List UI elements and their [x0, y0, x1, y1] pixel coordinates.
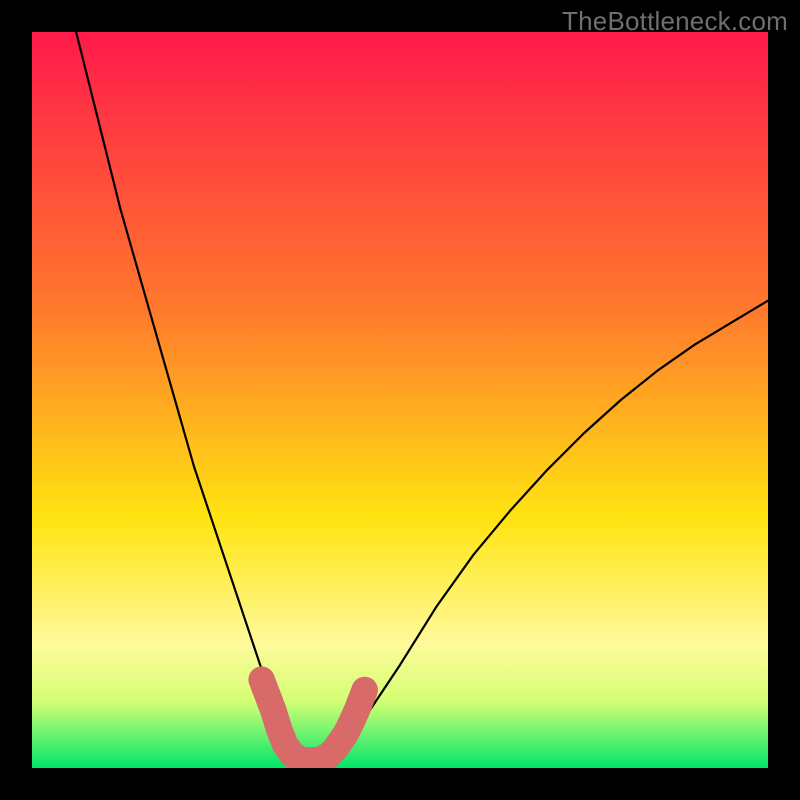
chart-svg [32, 32, 768, 768]
marker-dot [357, 682, 373, 698]
gradient-background [32, 32, 768, 768]
marker-dot [263, 700, 284, 721]
plot-area [32, 32, 768, 768]
marker-dot [347, 699, 368, 720]
watermark-text: TheBottleneck.com [562, 6, 788, 37]
outer-frame: TheBottleneck.com [0, 0, 800, 800]
marker-dot [252, 670, 271, 689]
